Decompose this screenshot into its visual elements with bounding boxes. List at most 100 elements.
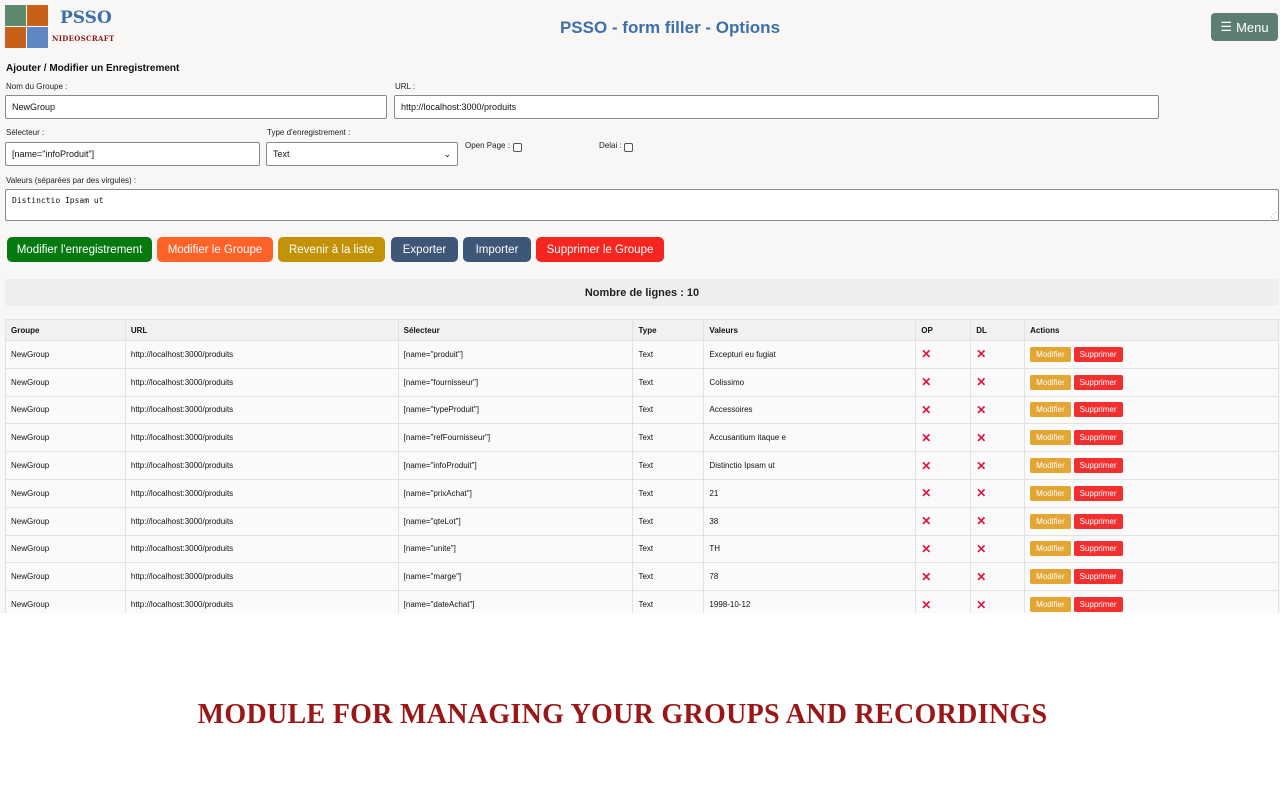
cell-actions: Modifier Supprimer (1024, 395, 1279, 425)
row-delete-button[interactable]: Supprimer (1073, 346, 1123, 362)
cell-op: ✕ (915, 506, 972, 536)
cell-type: Text (632, 451, 705, 480)
row-delete-button[interactable]: Supprimer (1073, 374, 1123, 390)
cell-dl: ✕ (970, 340, 1026, 369)
cell-type: Text (632, 340, 705, 369)
row-edit-button[interactable]: Modifier (1030, 374, 1071, 390)
row-delete-button[interactable]: Supprimer (1073, 513, 1123, 529)
row-delete-button[interactable]: Supprimer (1073, 541, 1123, 557)
row-edit-button[interactable]: Modifier (1030, 597, 1071, 613)
menu-button-label: Menu (1236, 19, 1269, 35)
cell-selecteur: [name="qteLot"] (397, 506, 634, 536)
close-icon: ✕ (976, 569, 987, 584)
record-type-select[interactable]: Text ⌄ (266, 142, 458, 166)
cell-op: ✕ (915, 340, 972, 369)
row-edit-button[interactable]: Modifier (1030, 458, 1071, 474)
close-icon: ✕ (921, 430, 932, 445)
cell-url: http://localhost:3000/produits (124, 590, 399, 613)
delete-group-button[interactable]: Supprimer le Groupe (536, 237, 664, 262)
selector-input[interactable]: [name="infoProduit"] (5, 142, 260, 166)
selector-label: Sélecteur : (6, 128, 45, 137)
import-button[interactable]: Importer (463, 237, 531, 262)
open-page-checkbox[interactable] (513, 143, 522, 152)
group-name-value: NewGroup (12, 102, 56, 112)
cell-groupe: NewGroup (5, 590, 126, 613)
col-header-selecteur: Sélecteur (397, 319, 634, 341)
row-delete-button[interactable]: Supprimer (1073, 458, 1123, 474)
row-edit-button[interactable]: Modifier (1030, 541, 1071, 557)
row-delete-button[interactable]: Supprimer (1073, 569, 1123, 585)
row-delete-button[interactable]: Supprimer (1073, 485, 1123, 501)
cell-url: http://localhost:3000/produits (124, 534, 399, 564)
cell-selecteur: [name="infoProduit"] (397, 451, 634, 480)
close-icon: ✕ (976, 375, 987, 390)
menu-button[interactable]: ☰ Menu (1211, 13, 1278, 41)
open-page-label: Open Page : (465, 141, 510, 150)
values-textarea[interactable]: Distinctio Ipsam ut ⋰ (5, 189, 1279, 221)
cell-selecteur: [name="produit"] (397, 340, 634, 369)
row-delete-button[interactable]: Supprimer (1073, 430, 1123, 446)
close-icon: ✕ (976, 514, 987, 529)
cell-actions: Modifier Supprimer (1024, 451, 1279, 480)
cell-url: http://localhost:3000/produits (124, 506, 399, 536)
cell-groupe: NewGroup (5, 534, 126, 564)
group-name-input[interactable]: NewGroup (5, 95, 387, 119)
cell-type: Text (632, 506, 705, 536)
row-edit-button[interactable]: Modifier (1030, 402, 1071, 418)
cell-groupe: NewGroup (5, 395, 126, 425)
cell-valeurs: TH (703, 534, 917, 564)
col-header-type: Type (632, 319, 705, 341)
cell-op: ✕ (915, 590, 972, 613)
cell-op: ✕ (915, 423, 972, 453)
url-input[interactable]: http://localhost:3000/produits (394, 95, 1159, 119)
page-title: PSSO - form filler - Options (559, 18, 781, 37)
cell-groupe: NewGroup (5, 340, 126, 369)
cell-op: ✕ (915, 534, 972, 564)
cell-valeurs: Distinctio Ipsam ut (703, 451, 917, 480)
table-row: NewGroup http://localhost:3000/produits [n… (5, 395, 1279, 425)
edit-group-button[interactable]: Modifier le Groupe (157, 237, 273, 262)
url-label: URL : (395, 82, 416, 91)
records-table: Groupe URL Sélecteur Type Valeurs OP DL … (5, 319, 1279, 613)
delay-checkbox[interactable] (624, 143, 633, 152)
close-icon: ✕ (976, 458, 987, 473)
cell-valeurs: Accessoires (703, 395, 917, 425)
row-edit-button[interactable]: Modifier (1030, 346, 1071, 362)
record-type-value: Text (273, 149, 290, 159)
cell-type: Text (632, 562, 705, 592)
cell-op: ✕ (915, 451, 972, 480)
cell-dl: ✕ (970, 423, 1026, 453)
row-edit-button[interactable]: Modifier (1030, 513, 1071, 529)
close-icon: ✕ (921, 402, 932, 417)
col-header-groupe: Groupe (5, 319, 126, 341)
row-count-bar: Nombre de lignes : 10 (5, 279, 1279, 306)
resize-grip-icon[interactable]: ⋰ (1270, 212, 1277, 219)
close-icon: ✕ (921, 375, 932, 390)
options-app: PSSO NIDEOSCRAFT PSSO - form filler - Op… (0, 0, 1280, 613)
back-to-list-button[interactable]: Revenir à la liste (278, 237, 385, 262)
table-row: NewGroup http://localhost:3000/produits [n… (5, 423, 1279, 453)
close-icon: ✕ (976, 597, 987, 612)
row-edit-button[interactable]: Modifier (1030, 485, 1071, 501)
close-icon: ✕ (976, 430, 987, 445)
table-row: NewGroup http://localhost:3000/produits [n… (5, 534, 1279, 564)
close-icon: ✕ (921, 514, 932, 529)
group-name-label: Nom du Groupe : (6, 82, 68, 91)
row-delete-button[interactable]: Supprimer (1073, 597, 1123, 613)
cell-actions: Modifier Supprimer (1024, 478, 1279, 508)
cell-op: ✕ (915, 562, 972, 592)
close-icon: ✕ (976, 402, 987, 417)
table-row: NewGroup http://localhost:3000/produits [n… (5, 478, 1279, 508)
row-delete-button[interactable]: Supprimer (1073, 402, 1123, 418)
cell-selecteur: [name="prixAchat"] (397, 478, 634, 508)
row-edit-button[interactable]: Modifier (1030, 430, 1071, 446)
cell-valeurs: Excepturi eu fugiat (703, 340, 917, 369)
edit-record-button[interactable]: Modifier l'enregistrement (7, 237, 152, 262)
table-row: NewGroup http://localhost:3000/produits [n… (5, 562, 1279, 592)
cell-actions: Modifier Supprimer (1024, 367, 1279, 397)
row-edit-button[interactable]: Modifier (1030, 569, 1071, 585)
cell-dl: ✕ (970, 367, 1026, 397)
export-button[interactable]: Exporter (391, 237, 458, 262)
cell-selecteur: [name="fournisseur"] (397, 367, 634, 397)
cell-type: Text (632, 367, 705, 397)
